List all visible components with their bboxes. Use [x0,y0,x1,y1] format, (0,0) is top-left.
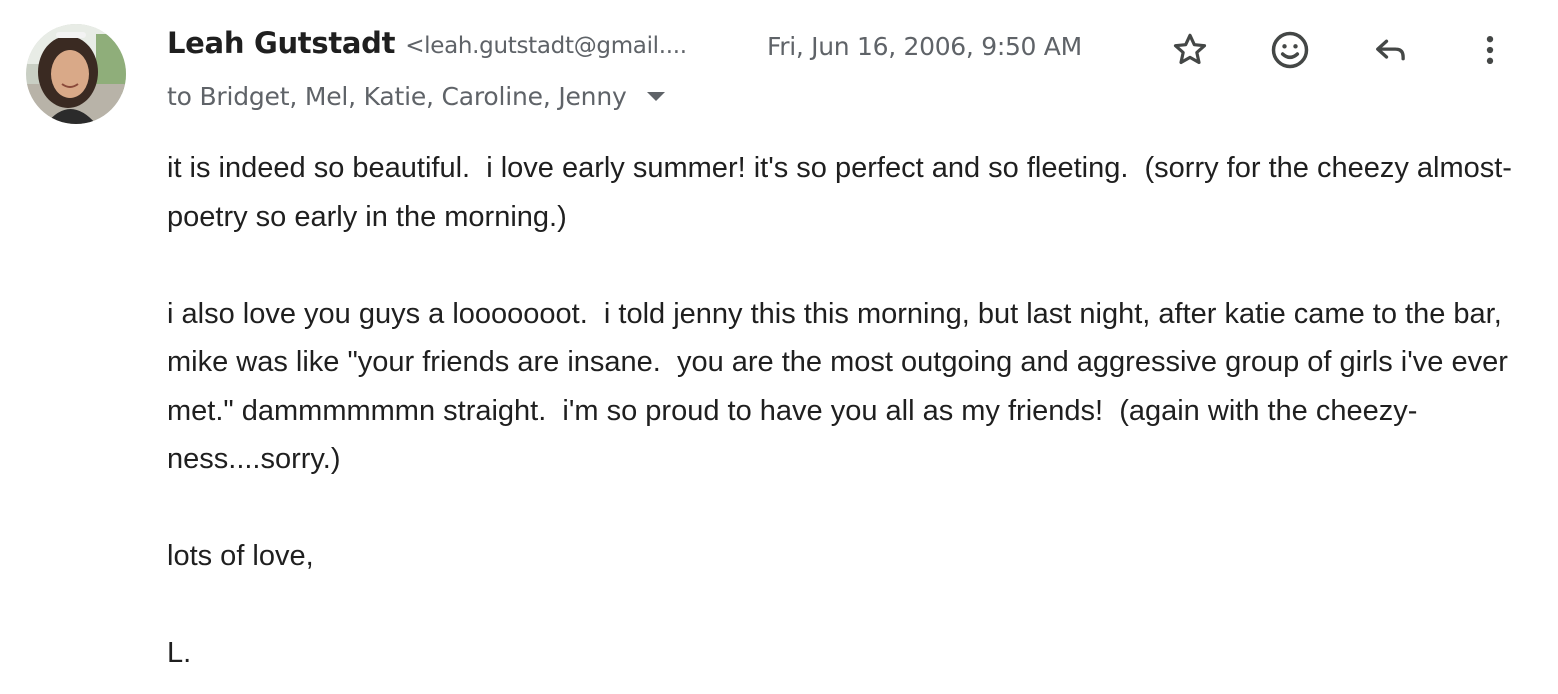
star-icon [1173,33,1207,65]
sender-name[interactable]: Leah Gutstadt [167,26,395,60]
more-vert-icon [1486,36,1494,64]
recipients-toggle[interactable]: to Bridget, Mel, Katie, Caroline, Jenny [167,82,665,111]
more-options-button[interactable] [1466,26,1514,74]
avatar-photo [26,24,126,124]
email-body: it is indeed so beautiful. i love early … [167,144,1537,678]
emoji-icon [1271,31,1309,69]
recipients-label: to Bridget, Mel, Katie, Caroline, Jenny [167,82,627,111]
caret-down-icon [646,92,665,101]
sender-line: Leah Gutstadt <leah.gutstadt@gmail.... [167,26,687,70]
reply-icon [1376,39,1405,61]
sender-email[interactable]: <leah.gutstadt@gmail.... [405,33,687,59]
email-date: Fri, Jun 16, 2006, 9:50 AM [767,32,1082,61]
star-button[interactable] [1166,26,1214,74]
sender-avatar[interactable] [26,24,126,124]
add-reaction-button[interactable] [1266,26,1314,74]
reply-button[interactable] [1366,26,1414,74]
body-paragraph: i also love you guys a looooooot. i told… [167,297,1516,476]
body-signature: L. [167,637,192,669]
body-paragraph: it is indeed so beautiful. i love early … [167,152,1512,233]
body-closing: lots of love, [167,540,314,572]
